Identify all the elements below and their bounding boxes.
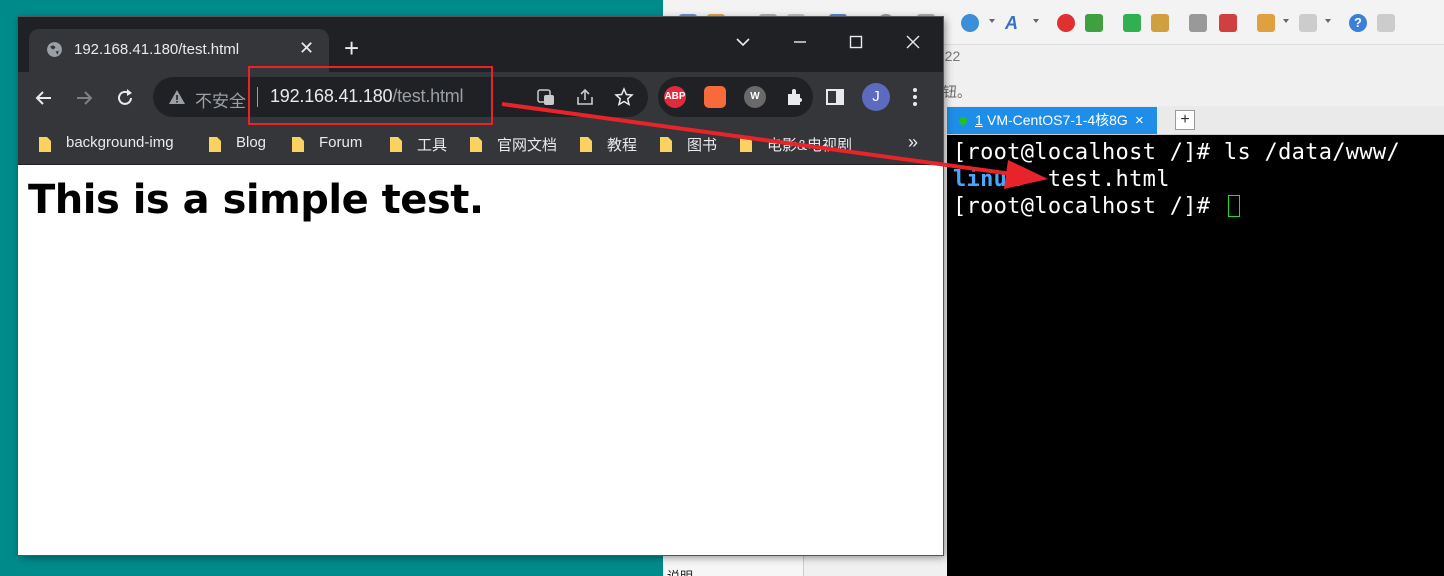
file-entry: test.html — [1047, 167, 1170, 192]
bookmark-label: 电影&电视剧 — [767, 137, 853, 154]
browser-titlebar: 192.168.41.180/test.html ✕ + — [18, 17, 943, 72]
folder-icon — [580, 137, 592, 152]
bookmark-label: 官网文档 — [497, 137, 558, 154]
tab-search-icon[interactable] — [728, 27, 758, 57]
url-highlight-box — [248, 66, 493, 125]
terminal-tab-strip: 1 VM-CentOS7-1-4核8G × + — [947, 106, 1444, 135]
back-icon[interactable] — [32, 86, 56, 110]
bookmark-star-icon[interactable] — [614, 87, 634, 107]
terminal-screen[interactable]: [root@localhost /]# ls /data/www/ linux … — [947, 135, 1444, 576]
layout-icon[interactable] — [1299, 14, 1317, 32]
folder-icon — [292, 137, 304, 152]
adblock-extension-icon[interactable]: ABP — [664, 86, 686, 108]
close-window-icon[interactable] — [898, 27, 928, 57]
maximize-icon[interactable] — [841, 27, 871, 57]
bookmark-label: 工具 — [417, 137, 448, 154]
pen-icon[interactable] — [1219, 14, 1237, 32]
side-panel-icon[interactable] — [825, 87, 845, 107]
folder-icon — [209, 137, 221, 152]
tab-close-icon[interactable]: ✕ — [299, 38, 314, 59]
terminal-line: [root@localhost /]# ls /data/www/ — [953, 140, 1400, 165]
directory-entry: linux — [953, 167, 1021, 192]
bookmark-label: 图书 — [687, 137, 718, 154]
fullscreen-icon[interactable] — [1123, 14, 1141, 32]
folder-icon — [660, 137, 672, 152]
keyboard-icon[interactable] — [1189, 14, 1207, 32]
minimize-icon[interactable] — [785, 27, 815, 57]
page-heading: This is a simple test. — [28, 177, 484, 223]
bookmark-folder[interactable]: 电影&电视剧 — [739, 133, 884, 155]
new-tab-button[interactable]: + — [344, 35, 359, 61]
help-icon[interactable]: ? — [1349, 14, 1367, 32]
folder-icon — [470, 137, 482, 152]
more-bookmarks-button[interactable]: » — [908, 132, 918, 153]
globe-icon — [47, 42, 62, 57]
swirl-icon[interactable] — [1057, 14, 1075, 32]
terminal-line: [root@localhost /]# — [953, 194, 1240, 219]
puzzle-extensions-icon[interactable] — [784, 86, 806, 108]
folder-icon — [39, 137, 51, 152]
bookmark-label: 教程 — [607, 137, 638, 154]
add-icon[interactable] — [1257, 14, 1275, 32]
security-label: 不安全 — [195, 92, 246, 111]
terminal-line: linux test.html — [953, 167, 1170, 192]
terminal-tab[interactable]: 1 VM-CentOS7-1-4核8G × — [947, 107, 1157, 134]
terminal-cursor — [1227, 195, 1240, 217]
globe-icon[interactable] — [961, 14, 979, 32]
terminal-tab-name: VM-CentOS7-1-4核8G — [987, 112, 1128, 128]
translate-icon[interactable] — [536, 87, 556, 107]
reload-icon[interactable] — [113, 86, 137, 110]
shell-prompt: [root@localhost /]# — [953, 194, 1224, 219]
side-panel-label: 说明 — [667, 566, 693, 576]
add-terminal-tab-button[interactable]: + — [1175, 110, 1195, 130]
bookmarks-bar: background-img Blog Forum 工具 官网文档 教程 图书 … — [18, 124, 943, 165]
tab-title: 192.168.41.180/test.html — [74, 41, 240, 58]
terminal-tab-close-icon[interactable]: × — [1135, 107, 1144, 134]
font-icon[interactable]: A — [1005, 14, 1023, 32]
folder-icon — [740, 137, 752, 152]
extensions-bar: ABP W — [658, 77, 813, 117]
bookmark-label: Forum — [319, 134, 363, 151]
folder-icon — [390, 137, 402, 152]
page-content: This is a simple test. — [18, 165, 943, 555]
lock-icon[interactable] — [1151, 14, 1169, 32]
terminal-tab-number: 1 — [975, 112, 983, 128]
connection-status-icon — [959, 117, 967, 125]
bookmark-label: background-img — [66, 134, 174, 151]
profile-avatar[interactable]: J — [862, 83, 890, 111]
warning-icon[interactable] — [168, 88, 186, 106]
transfer-icon[interactable] — [1085, 14, 1103, 32]
chat-icon[interactable] — [1377, 14, 1395, 32]
w-extension-icon[interactable]: W — [744, 86, 766, 108]
menu-icon[interactable] — [908, 86, 922, 108]
hint-text: 钮。 — [943, 84, 971, 100]
extension-icon[interactable] — [704, 86, 726, 108]
share-icon[interactable] — [575, 87, 595, 107]
bookmark-label: Blog — [236, 134, 267, 151]
forward-icon[interactable] — [72, 86, 96, 110]
